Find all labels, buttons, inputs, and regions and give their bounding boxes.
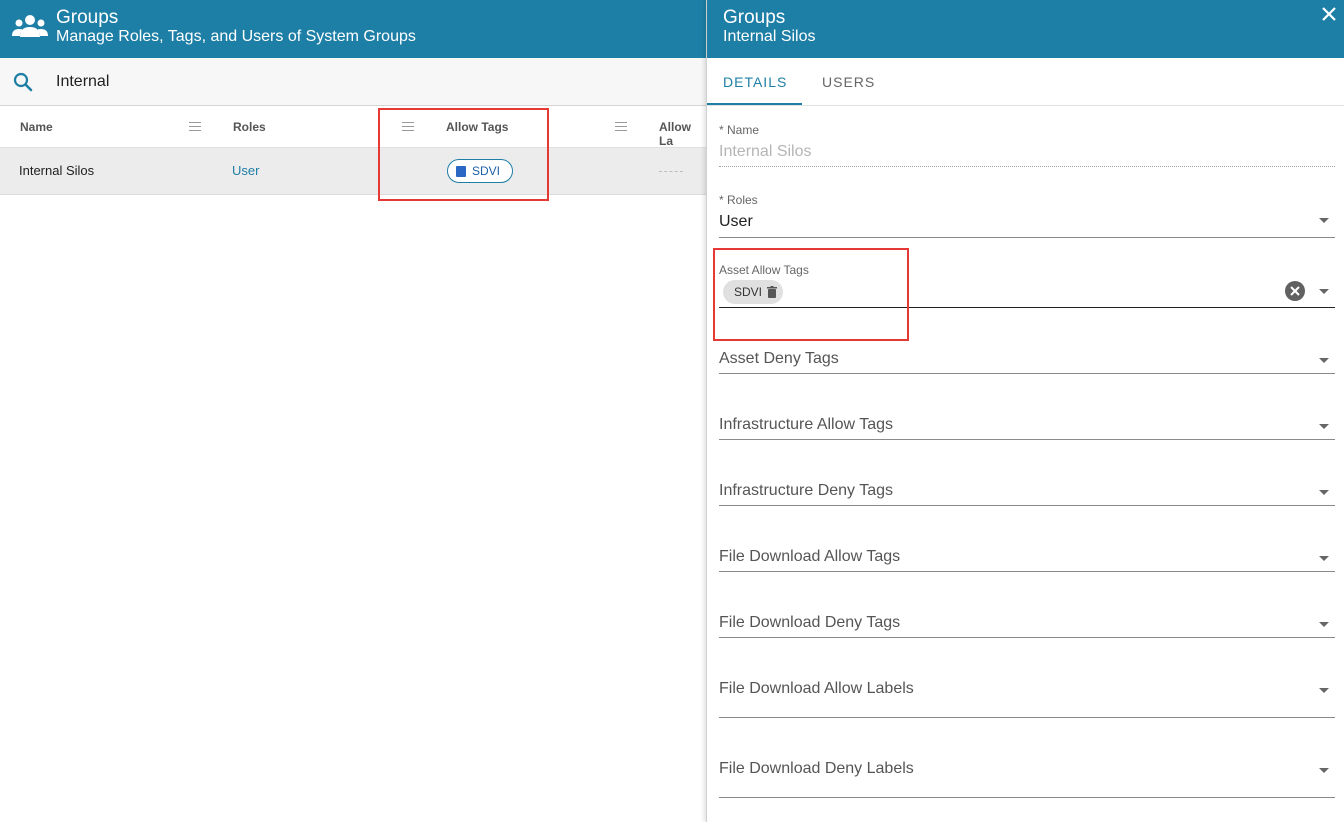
tag-icon xyxy=(456,165,466,177)
active-tab-indicator xyxy=(707,103,802,105)
column-menu-icon[interactable] xyxy=(615,122,627,132)
dropdown-arrow-icon[interactable] xyxy=(1319,688,1329,693)
dropdown-arrow-icon[interactable] xyxy=(1319,358,1329,363)
panel-tabs: DETAILS USERS xyxy=(707,58,1344,106)
search-bar xyxy=(0,58,706,106)
file-download-allow-labels-label: File Download Allow Labels xyxy=(719,680,914,697)
search-icon[interactable] xyxy=(13,72,33,92)
file-download-deny-tags-label: File Download Deny Tags xyxy=(719,614,901,631)
dropdown-arrow-icon[interactable] xyxy=(1319,289,1329,294)
infrastructure-allow-tags-label: Infrastructure Allow Tags xyxy=(719,416,894,433)
file-download-deny-labels-select[interactable]: File Download Deny Labels xyxy=(719,760,1335,799)
field-underline xyxy=(719,571,1335,572)
app-header: Groups Manage Roles, Tags, and Users of … xyxy=(0,0,706,58)
name-label: * Name xyxy=(719,123,760,137)
panel-title: Groups xyxy=(723,7,786,28)
file-download-allow-labels-select[interactable]: File Download Allow Labels xyxy=(719,680,1335,719)
name-value: Internal Silos xyxy=(719,143,812,160)
asset-allow-tags-label: Asset Allow Tags xyxy=(719,263,809,277)
asset-deny-tags-label: Asset Deny Tags xyxy=(719,350,839,367)
column-menu-icon[interactable] xyxy=(189,122,201,132)
field-underline xyxy=(719,166,1335,167)
column-header-roles[interactable]: Roles xyxy=(233,120,266,134)
panel-header: Groups Internal Silos xyxy=(707,0,1344,58)
groups-list-pane: Groups Manage Roles, Tags, and Users of … xyxy=(0,0,706,822)
dropdown-arrow-icon[interactable] xyxy=(1319,424,1329,429)
infrastructure-deny-tags-label: Infrastructure Deny Tags xyxy=(719,482,894,499)
tag-chip[interactable]: SDVI xyxy=(723,280,784,304)
dropdown-arrow-icon[interactable] xyxy=(1319,768,1329,773)
field-underline xyxy=(719,637,1335,638)
file-download-allow-tags-select[interactable]: File Download Allow Tags xyxy=(719,548,1335,573)
tab-details[interactable]: DETAILS xyxy=(723,58,787,106)
dropdown-arrow-icon[interactable] xyxy=(1319,218,1329,223)
infrastructure-deny-tags-select[interactable]: Infrastructure Deny Tags xyxy=(719,482,1335,507)
file-download-deny-tags-select[interactable]: File Download Deny Tags xyxy=(719,614,1335,639)
roles-value: User xyxy=(719,213,753,230)
cell-name: Internal Silos xyxy=(19,163,95,178)
infrastructure-allow-tags-select[interactable]: Infrastructure Allow Tags xyxy=(719,416,1335,441)
empty-value-placeholder xyxy=(659,171,683,172)
field-underline xyxy=(719,505,1335,506)
field-underline xyxy=(719,717,1335,718)
column-header-name[interactable]: Name xyxy=(20,120,53,134)
roles-label: * Roles xyxy=(719,193,758,207)
field-underline xyxy=(719,373,1335,374)
tag-chip[interactable]: SDVI xyxy=(447,159,514,183)
table-row[interactable]: Internal Silos User SDVI xyxy=(0,148,706,195)
tag-chip-label: SDVI xyxy=(734,285,763,299)
search-input[interactable] xyxy=(56,70,676,94)
group-detail-panel: Groups Internal Silos DETAILS USERS * Na… xyxy=(706,0,1344,822)
clear-icon[interactable] xyxy=(1285,281,1305,301)
grid-header: Name Roles Allow Tags Allow La xyxy=(0,107,706,148)
asset-deny-tags-select[interactable]: Asset Deny Tags xyxy=(719,350,1335,375)
field-underline xyxy=(719,237,1335,238)
file-download-deny-labels-label: File Download Deny Labels xyxy=(719,760,914,777)
dropdown-arrow-icon[interactable] xyxy=(1319,556,1329,561)
column-menu-icon[interactable] xyxy=(402,122,414,132)
field-underline xyxy=(719,797,1335,798)
dropdown-arrow-icon[interactable] xyxy=(1319,622,1329,627)
column-header-allow-labels[interactable]: Allow La xyxy=(659,120,706,148)
column-header-allow-tags[interactable]: Allow Tags xyxy=(446,120,508,134)
tag-chip-label: SDVI xyxy=(472,164,501,178)
field-underline xyxy=(719,307,1335,308)
name-field[interactable]: * Name Internal Silos xyxy=(719,123,1335,168)
file-download-allow-tags-label: File Download Allow Tags xyxy=(719,548,901,565)
page-subtitle: Manage Roles, Tags, and Users of System … xyxy=(56,28,416,45)
close-icon[interactable] xyxy=(1319,4,1339,24)
asset-allow-tags-select[interactable]: Asset Allow Tags SDVI xyxy=(719,263,1335,309)
page-title: Groups xyxy=(56,7,119,28)
field-underline xyxy=(719,439,1335,440)
groups-icon xyxy=(12,15,48,37)
trash-icon[interactable] xyxy=(767,286,778,298)
tab-users[interactable]: USERS xyxy=(822,58,875,106)
roles-select[interactable]: * Roles User xyxy=(719,193,1335,238)
dropdown-arrow-icon[interactable] xyxy=(1319,490,1329,495)
cell-roles-link[interactable]: User xyxy=(232,163,259,178)
panel-subtitle: Internal Silos xyxy=(723,28,816,45)
